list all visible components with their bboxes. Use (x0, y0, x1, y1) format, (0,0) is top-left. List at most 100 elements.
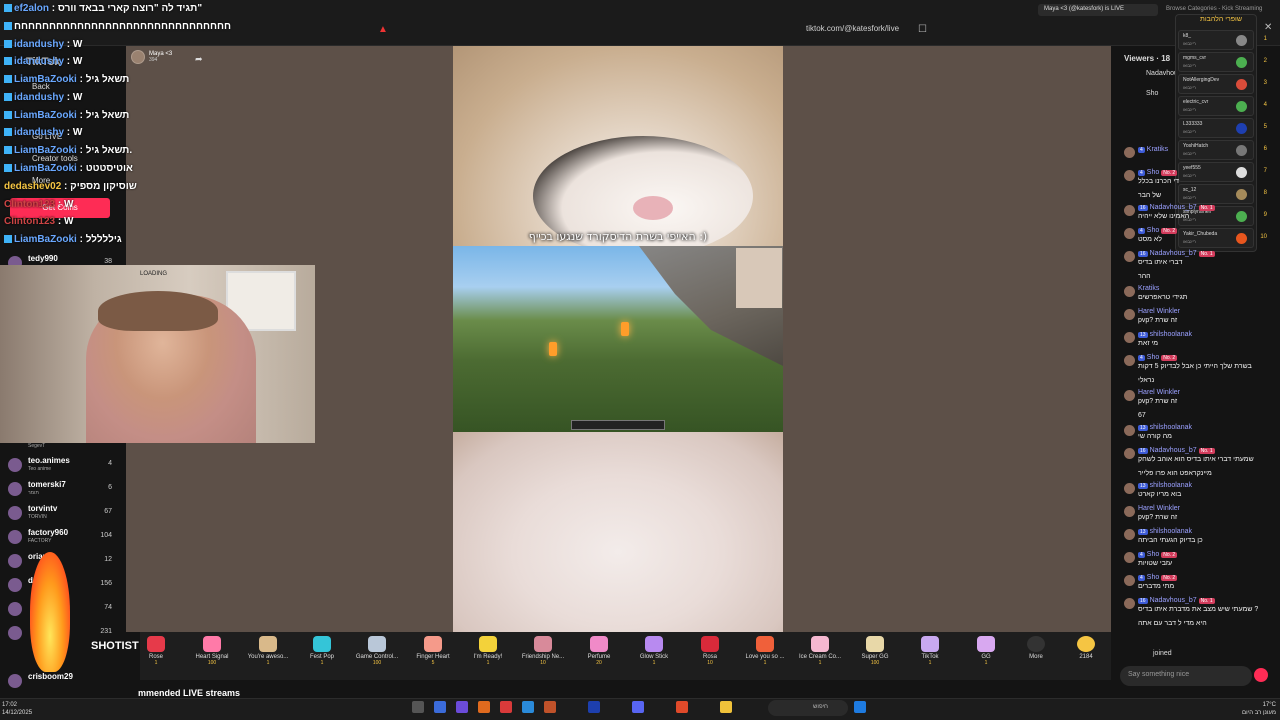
following-item[interactable]: torvintv TORVIN 67 (8, 504, 126, 524)
close-icon[interactable]: ✕ (1264, 22, 1272, 33)
gifts-more-button[interactable]: More (1008, 632, 1064, 660)
taskbar-app-icon[interactable] (720, 701, 732, 713)
left-chat-line: idandushy : W (4, 39, 82, 50)
chat-username[interactable]: Harel Winkler (1138, 308, 1180, 315)
coin-balance[interactable]: 2184 (1058, 632, 1114, 660)
taskbar-app-icon[interactable] (500, 701, 512, 713)
super-gg-icon (866, 636, 884, 652)
gift-youre-awesome[interactable]: You're aweso... 1 (240, 632, 296, 666)
ranking-item: k8_ ריינבואו 1 (1178, 30, 1267, 50)
cat-nose (633, 196, 673, 220)
chat-username[interactable]: 13 shilshoolanak (1138, 331, 1192, 338)
gift-finger-heart[interactable]: Finger Heart 5 (405, 632, 461, 666)
live-video[interactable]: האייפי בשרת הדיסקורד שנגעו בכייף :) (453, 46, 783, 632)
gift-heart-signal[interactable]: Heart Signal 100 (184, 632, 240, 666)
chat-username[interactable]: 13 shilshoolanak (1138, 424, 1192, 431)
chat-username[interactable]: 4 Sho No. 2 (1138, 574, 1178, 581)
avatar (1124, 598, 1135, 609)
windows-start-icon[interactable] (854, 701, 866, 713)
taskbar-app-icon[interactable] (412, 701, 424, 713)
gift-gg[interactable]: GG 1 (958, 632, 1014, 666)
gift-glow-stick[interactable]: Glow Stick 1 (626, 632, 682, 666)
chat-username[interactable]: 16 Nadavhous_b7 No. 1 (1138, 447, 1215, 454)
following-item[interactable]: SegevT (8, 443, 126, 455)
chat-text: pvp? זה שרת (1138, 398, 1178, 405)
chat-text: של הבר (1138, 192, 1162, 199)
weather-widget[interactable]: 17°C מעונן רב היום (1242, 701, 1276, 717)
taskbar-search[interactable]: חיפוש (768, 700, 848, 716)
gift-perfume[interactable]: Perfume 20 (571, 632, 627, 666)
chat-username[interactable]: 4 Sho No. 2 (1138, 551, 1178, 558)
avatar (1124, 355, 1135, 366)
gift-super-gg[interactable]: Super GG 100 (847, 632, 903, 666)
ranking-item: Yakir_Chubeda ריינבואו 10 (1178, 228, 1267, 248)
avatar (1124, 170, 1135, 181)
rank-badge: No. 2 (1161, 575, 1178, 581)
level-badge: 13 (1138, 332, 1148, 338)
chat-username[interactable]: 13 shilshoolanak (1138, 482, 1192, 489)
following-item[interactable]: teo.animes Teo anime 4 (8, 456, 126, 476)
chat-username[interactable]: Harel Winkler (1138, 505, 1180, 512)
taskbar-app-icon[interactable] (588, 701, 600, 713)
gift-love-you[interactable]: Love you so ... 1 (737, 632, 793, 666)
chat-text: 67 (1138, 412, 1146, 419)
gift-game-controller[interactable]: Game Control... 100 (349, 632, 405, 666)
streamer-info[interactable]: Maya <3 394 (131, 50, 172, 64)
viewer-row[interactable]: Sho (1146, 90, 1158, 97)
chat-username[interactable]: 4 Sho No. 2 (1138, 169, 1178, 176)
chat-username[interactable]: 4 Sho No. 2 (1138, 227, 1178, 234)
left-chat-line: LiamBaZooki : אוטיסטטט (4, 163, 133, 174)
gift-tiktok[interactable]: TikTok 1 (902, 632, 958, 666)
badge-icon (4, 111, 12, 120)
taskbar-app-icon[interactable] (478, 701, 490, 713)
chat-username[interactable]: 16 Nadavhous_b7 No. 1 (1138, 204, 1215, 211)
avatar (1124, 309, 1135, 320)
chat-username[interactable]: 16 Nadavhous_b7 No. 1 (1138, 250, 1215, 257)
chat-username[interactable]: Harel Winkler (1138, 389, 1180, 396)
like-heart-icon[interactable] (1254, 668, 1268, 682)
gg-icon (977, 636, 995, 652)
gift-ice-cream[interactable]: Ice Cream Co... 1 (792, 632, 848, 666)
ranking-item: L333333 ריינבואו 5 (1178, 118, 1267, 138)
chat-username[interactable]: 4 Kratiks (1138, 146, 1168, 153)
chat-text: נראלי (1138, 377, 1155, 384)
alert-icon[interactable]: ▲ (378, 24, 388, 35)
avatar (1124, 552, 1135, 563)
rose-icon (147, 636, 165, 652)
gift-rose[interactable]: Rose 1 (128, 632, 184, 666)
taskbar-app-icon[interactable] (522, 701, 534, 713)
gift-rosa[interactable]: Rosa 10 (682, 632, 738, 666)
level-badge: 16 (1138, 205, 1148, 211)
chat-username[interactable]: 4 Sho No. 2 (1138, 354, 1178, 361)
left-chat-line: Clinton123 : W (4, 216, 74, 227)
taskbar-app-icon[interactable] (456, 701, 468, 713)
following-item[interactable]: factory960 FACTORY 104 (8, 528, 126, 548)
taskbar-app-icon[interactable] (632, 701, 644, 713)
following-item[interactable]: crisboom29 (8, 672, 126, 692)
left-chat-line: idandushy : W (4, 92, 82, 103)
minecraft-gameplay (453, 246, 783, 432)
share-icon[interactable]: ➦ (195, 54, 203, 65)
streamer-avatar (131, 50, 145, 64)
address-bar[interactable]: tiktok.com/@katesfork/live (806, 24, 899, 33)
chat-username[interactable]: 13 shilshoolanak (1138, 528, 1192, 535)
taskbar-app-icon[interactable] (434, 701, 446, 713)
following-item[interactable]: orian 12 (8, 552, 126, 572)
gift-im-ready[interactable]: I'm Ready! 1 (460, 632, 516, 666)
following-item[interactable]: tomerski7 תומר 6 (8, 480, 126, 500)
left-chat-line: Clinton123 : W (4, 199, 74, 210)
chat-username[interactable]: 16 Nadavhous_b7 No. 1 (1138, 597, 1215, 604)
viewers-title[interactable]: Viewers · 18 (1124, 54, 1170, 63)
cat-fur-bottom (453, 432, 783, 632)
chat-input[interactable]: Say something nice (1120, 666, 1252, 686)
taskbar-app-icon[interactable] (544, 701, 556, 713)
gift-bar: Rose 1 Heart Signal 100 You're aweso... 1 F… (140, 632, 1111, 680)
chat-text: לא מסט (1138, 236, 1163, 243)
taskbar-app-icon[interactable] (676, 701, 688, 713)
tab-active[interactable]: Maya <3 (@katesfork) is LIVE (1038, 4, 1158, 16)
gift-friendship-necklace[interactable]: Friendship Ne... 10 (515, 632, 571, 666)
rank-badge: No. 1 (1198, 598, 1215, 604)
chat-username[interactable]: Kratiks (1138, 285, 1159, 292)
gift-fest-pop[interactable]: Fest Pop 1 (294, 632, 350, 666)
bookmark-icon[interactable]: ☐ (918, 24, 927, 35)
